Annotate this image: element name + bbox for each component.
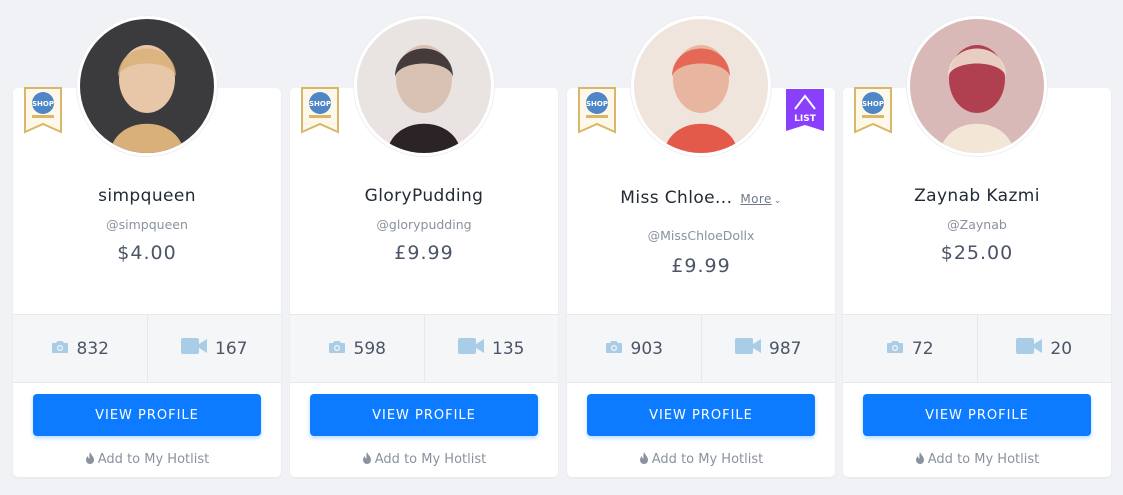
- add-to-hotlist-link[interactable]: Add to My Hotlist: [567, 452, 835, 467]
- photo-count-stat: 72: [843, 315, 977, 382]
- more-link[interactable]: More ⌄: [740, 192, 781, 206]
- video-camera-icon: [458, 338, 492, 359]
- video-camera-icon: [1016, 338, 1050, 359]
- video-count-stat: 167: [146, 315, 282, 382]
- creator-card: SHOP Zaynab Kazmi @Zaynab $25.00 72 20 V…: [843, 0, 1111, 477]
- video-count: 135: [492, 338, 525, 359]
- view-profile-button[interactable]: VIEW PROFILE: [587, 394, 815, 436]
- shop-badge-icon: SHOP: [578, 87, 616, 134]
- camera-icon: [886, 339, 912, 359]
- subscription-price: £9.99: [394, 242, 454, 264]
- media-stats: 72 20: [843, 314, 1111, 383]
- list-badge-icon: LIST: [786, 89, 824, 131]
- svg-text:SHOP: SHOP: [586, 100, 608, 108]
- creator-card: SHOP LIST Miss Chloe... More ⌄ @MissChloeD…: [567, 0, 835, 477]
- creator-name[interactable]: Miss Chloe...: [620, 188, 732, 208]
- camera-icon: [605, 339, 631, 359]
- creator-handle: @Zaynab: [947, 217, 1007, 232]
- avatar[interactable]: [77, 16, 217, 156]
- media-stats: 832 167: [13, 314, 281, 383]
- chevron-down-icon: ⌄: [773, 196, 782, 206]
- video-count-stat: 987: [700, 315, 836, 382]
- media-stats: 598 135: [290, 314, 558, 383]
- video-camera-icon: [735, 338, 769, 359]
- shop-badge-icon: SHOP: [854, 87, 892, 134]
- creator-name[interactable]: Zaynab Kazmi: [843, 186, 1111, 206]
- creator-handle: @simpqueen: [106, 217, 188, 232]
- photo-count: 832: [76, 338, 109, 359]
- view-profile-button[interactable]: VIEW PROFILE: [310, 394, 538, 436]
- add-to-hotlist-link[interactable]: Add to My Hotlist: [13, 452, 281, 467]
- shop-badge-icon: SHOP: [301, 87, 339, 134]
- media-stats: 903 987: [567, 314, 835, 383]
- creator-card: SHOP simpqueen @simpqueen $4.00 832 167 …: [13, 0, 281, 477]
- creator-handle: @glorypudding: [376, 217, 472, 232]
- video-count: 987: [769, 338, 802, 359]
- photo-count: 598: [353, 338, 386, 359]
- video-camera-icon: [181, 338, 215, 359]
- video-count-stat: 20: [976, 315, 1112, 382]
- creator-grid: SHOP simpqueen @simpqueen $4.00 832 167 …: [13, 0, 1111, 495]
- photo-count-stat: 598: [290, 315, 424, 382]
- add-to-hotlist-link[interactable]: Add to My Hotlist: [843, 452, 1111, 467]
- subscription-price: £9.99: [671, 255, 731, 277]
- video-count: 20: [1050, 338, 1073, 359]
- creator-name[interactable]: GloryPudding: [290, 186, 558, 206]
- svg-text:LIST: LIST: [794, 114, 817, 124]
- svg-text:SHOP: SHOP: [862, 100, 884, 108]
- flame-icon: [915, 452, 928, 467]
- creator-name-row: Miss Chloe... More ⌄: [567, 188, 835, 208]
- flame-icon: [639, 452, 652, 467]
- flame-icon: [85, 452, 98, 467]
- subscription-price: $25.00: [940, 242, 1014, 264]
- creator-name[interactable]: simpqueen: [13, 186, 281, 206]
- avatar[interactable]: [631, 16, 771, 156]
- camera-icon: [51, 339, 77, 359]
- avatar[interactable]: [907, 16, 1047, 156]
- camera-icon: [328, 339, 354, 359]
- view-profile-button[interactable]: VIEW PROFILE: [863, 394, 1091, 436]
- video-count-stat: 135: [423, 315, 559, 382]
- photo-count: 903: [630, 338, 663, 359]
- add-to-hotlist-link[interactable]: Add to My Hotlist: [290, 452, 558, 467]
- shop-badge-icon: SHOP: [24, 87, 62, 134]
- avatar[interactable]: [354, 16, 494, 156]
- photo-count-stat: 903: [567, 315, 701, 382]
- photo-count: 72: [911, 338, 934, 359]
- svg-text:SHOP: SHOP: [309, 100, 331, 108]
- video-count: 167: [215, 338, 248, 359]
- flame-icon: [362, 452, 375, 467]
- creator-card: SHOP GloryPudding @glorypudding £9.99 59…: [290, 0, 558, 477]
- view-profile-button[interactable]: VIEW PROFILE: [33, 394, 261, 436]
- creator-handle: @MissChloeDollx: [647, 228, 755, 243]
- photo-count-stat: 832: [13, 315, 147, 382]
- subscription-price: $4.00: [117, 242, 177, 264]
- svg-text:SHOP: SHOP: [32, 100, 54, 108]
